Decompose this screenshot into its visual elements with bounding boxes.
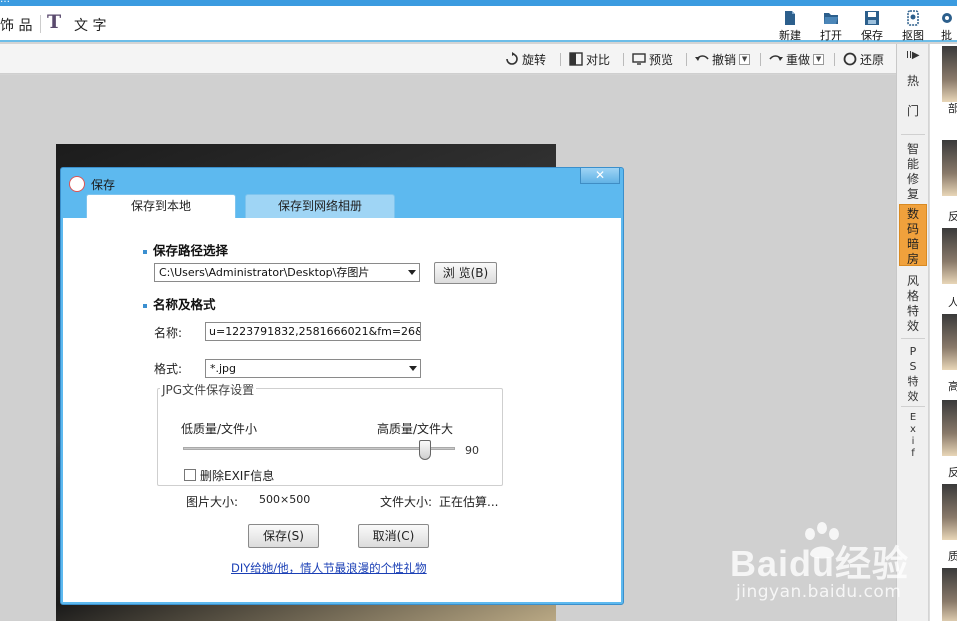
redo-icon — [769, 55, 783, 61]
effect-thumbnail-label: 部 — [948, 102, 957, 115]
effect-thumbnail-label: 反 — [948, 210, 957, 223]
section-name-format: 名称及格式 — [143, 294, 216, 313]
toolbar-divider — [686, 53, 687, 66]
effect-thumbnail[interactable] — [942, 228, 957, 284]
title-strip-label: … — [0, 0, 10, 5]
effect-thumbnail[interactable] — [942, 46, 957, 102]
collapse-panel-icon[interactable]: II▶ — [906, 50, 920, 61]
format-select[interactable]: *.jpg — [205, 359, 421, 378]
promo-link[interactable]: DIY给她/他，情人节最浪漫的个性礼物 — [231, 560, 427, 576]
bullet-icon — [143, 249, 147, 254]
tab-divider — [901, 338, 925, 339]
dialog-title: 保存 — [91, 178, 116, 192]
app-logo-icon — [69, 176, 85, 192]
effect-thumbnail-strip: 部 反 人 高 反 质 — [929, 44, 957, 621]
save-button[interactable]: 保存 — [855, 8, 889, 42]
new-file-icon — [785, 11, 795, 25]
tab-exif[interactable]: E x i f — [899, 410, 927, 474]
effect-thumbnail[interactable] — [942, 140, 957, 196]
toolbar-divider — [40, 15, 41, 33]
section-save-path: 保存路径选择 — [143, 240, 228, 259]
undo-dropdown-arrow[interactable]: ▼ — [739, 53, 751, 65]
effect-thumbnail-label: 反 — [948, 466, 957, 479]
tab-style-effects[interactable]: 风 格 特 效 — [899, 272, 927, 334]
folder-open-icon — [824, 13, 838, 24]
remove-exif-checkbox[interactable] — [184, 469, 196, 481]
compare-icon — [569, 52, 583, 66]
effect-thumbnail-label: 质 — [948, 550, 957, 563]
effect-thumbnail[interactable] — [942, 400, 957, 456]
undo-icon — [695, 55, 709, 61]
effect-thumbnail-label: 高 — [948, 380, 957, 393]
baidu-watermark-url: jingyan.baidu.com — [736, 582, 902, 602]
preview-button[interactable]: 预览 — [632, 51, 673, 67]
tab-save-local[interactable]: 保存到本地 — [86, 194, 236, 218]
name-label: 名称: — [154, 326, 183, 340]
cancel-button[interactable]: 取消(C) — [358, 524, 429, 548]
edit-toolbar: 旋转 对比 预览 撤销 ▼ 重做 ▼ 还原 — [0, 44, 896, 74]
effect-thumbnail[interactable] — [942, 484, 957, 540]
file-size-value: 正在估算... — [439, 495, 499, 509]
quality-slider-track[interactable] — [183, 447, 455, 450]
new-button[interactable]: 新建 — [773, 8, 807, 42]
toolbar-divider — [560, 53, 561, 66]
tab-save-online-album[interactable]: 保存到网络相册 — [245, 194, 395, 218]
text-menu[interactable]: 文 字 — [74, 15, 106, 35]
save-confirm-button[interactable]: 保存(S) — [248, 524, 319, 548]
high-quality-label: 高质量/文件大 — [377, 422, 454, 436]
compare-button[interactable]: 对比 — [569, 51, 610, 67]
format-label: 格式: — [154, 362, 183, 376]
text-tool-icon[interactable]: T — [47, 11, 61, 33]
save-disk-icon — [865, 11, 879, 25]
open-button[interactable]: 打开 — [814, 8, 848, 42]
file-size-label: 文件大小: — [380, 495, 433, 509]
image-size-label: 图片大小: — [186, 495, 239, 509]
gear-icon — [941, 13, 952, 23]
remove-exif-label: 删除EXIF信息 — [200, 469, 275, 483]
chevron-down-icon[interactable] — [408, 270, 416, 275]
tab-smart-repair[interactable]: 智 能 修 复 — [899, 140, 927, 202]
restore-circle-icon — [843, 52, 857, 66]
batch-button[interactable]: 批 — [936, 8, 957, 42]
file-name-input[interactable]: u=1223791832,2581666021&fm=26&gp=0_ — [205, 322, 421, 341]
low-quality-label: 低质量/文件小 — [181, 422, 258, 436]
tab-hot[interactable]: 热 门 — [899, 70, 927, 130]
image-size-value: 500×500 — [259, 493, 311, 506]
toolbar-divider — [623, 53, 624, 66]
toolbar-divider — [834, 53, 835, 66]
tab-digital-darkroom[interactable]: 数 码 暗 房 — [899, 204, 927, 266]
quality-value: 90 — [465, 444, 479, 457]
redo-button[interactable]: 重做 ▼ — [769, 51, 825, 67]
jpg-settings-title: JPG文件保存设置 — [160, 381, 257, 398]
restore-button[interactable]: 还原 — [843, 51, 884, 67]
dialog-body: 保存路径选择 C:\Users\Administrator\Desktop\存图… — [63, 218, 621, 602]
effect-thumbnail[interactable] — [942, 568, 957, 621]
tab-divider — [901, 406, 925, 407]
baidu-watermark: Baidu经验 — [730, 543, 910, 584]
rotate-button[interactable]: 旋转 — [505, 51, 546, 67]
save-path-combobox[interactable]: C:\Users\Administrator\Desktop\存图片 — [154, 263, 420, 282]
bullet-icon — [143, 303, 147, 308]
quality-slider-handle[interactable] — [419, 440, 431, 460]
cutout-button[interactable]: 抠图 — [896, 8, 930, 42]
redo-dropdown-arrow[interactable]: ▼ — [813, 53, 825, 65]
undo-button[interactable]: 撤销 ▼ — [695, 51, 751, 67]
effect-thumbnail-label: 人 — [948, 296, 957, 309]
tab-ps-effects[interactable]: P S 特 效 — [899, 342, 927, 404]
save-dialog: 保存 ✕ 保存到本地 保存到网络相册 保存路径选择 C:\Users\Admin… — [60, 167, 624, 605]
monitor-icon — [632, 53, 646, 65]
toolbar-divider — [760, 53, 761, 66]
chevron-down-icon[interactable] — [409, 366, 417, 371]
close-icon[interactable]: ✕ — [580, 168, 620, 184]
accessories-menu[interactable]: 饰 品 — [0, 15, 32, 35]
effect-thumbnail[interactable] — [942, 314, 957, 370]
main-toolbar: 饰 品 T 文 字 新建 打开 保存 抠图 批 — [0, 6, 957, 42]
browse-button[interactable]: 浏 览(B) — [434, 262, 497, 284]
cutout-icon — [907, 10, 919, 26]
rotate-icon — [506, 52, 518, 65]
tab-divider — [901, 134, 925, 135]
